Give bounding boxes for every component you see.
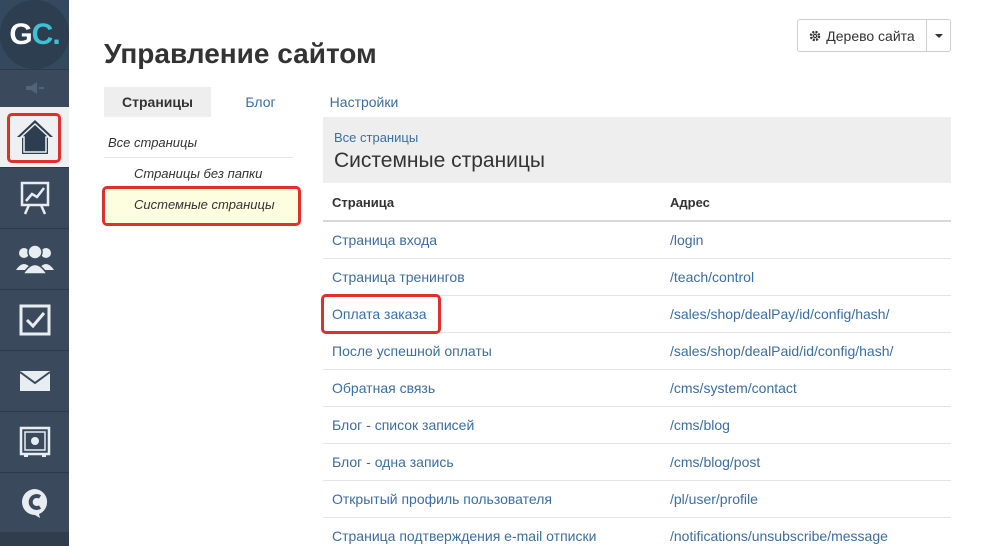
row-divider	[323, 517, 951, 518]
speaker-icon	[25, 82, 44, 94]
table-row-page[interactable]: Обратная связь	[332, 380, 435, 396]
safe-icon	[19, 426, 50, 457]
sidebar-item-tasks[interactable]	[0, 290, 69, 351]
site-tree-button[interactable]: Дерево сайта	[798, 20, 927, 51]
sidebar-item-mail[interactable]	[0, 351, 69, 412]
checkbox-icon	[19, 304, 50, 336]
table-row-address[interactable]: /sales/shop/dealPay/id/config/hash/	[670, 306, 889, 322]
chat-c-icon	[21, 489, 47, 518]
table-row-address[interactable]: /cms/blog/post	[670, 454, 760, 470]
column-header-address: Адрес	[670, 195, 710, 210]
tab-settings[interactable]: Настройки	[318, 87, 410, 117]
table-row-page[interactable]: Блог - одна запись	[332, 454, 454, 470]
table-row-page[interactable]: После успешной оплаты	[332, 343, 492, 359]
logo[interactable]: GC.	[0, 0, 69, 69]
table-row-address[interactable]: /pl/user/profile	[670, 491, 758, 507]
row-divider	[323, 480, 951, 481]
sidebar-collapse-button[interactable]	[0, 70, 69, 106]
users-icon	[15, 244, 54, 274]
table-row-address[interactable]: /cms/system/contact	[670, 380, 797, 396]
sidebar: GC.	[0, 0, 69, 546]
table-row-page[interactable]: Страница тренингов	[332, 269, 465, 285]
page-title: Управление сайтом	[104, 38, 377, 69]
table-row-address[interactable]: /sales/shop/dealPaid/id/config/hash/	[670, 343, 893, 359]
table-row-page[interactable]: Страница входа	[332, 232, 437, 248]
menu-pages-no-folder[interactable]: Страницы без папки	[134, 166, 262, 181]
row-divider	[323, 443, 951, 444]
row-divider	[323, 406, 951, 407]
site-tree-label: Дерево сайта	[826, 27, 915, 44]
table-row-page[interactable]: Блог - список записей	[332, 417, 474, 433]
table-row-address[interactable]: /cms/blog	[670, 417, 730, 433]
menu-divider	[104, 157, 293, 158]
sidebar-item-users[interactable]	[0, 229, 69, 290]
site-tree-dropdown-toggle[interactable]	[927, 20, 950, 51]
table-row-page[interactable]: Открытый профиль пользователя	[332, 491, 552, 507]
breadcrumb-all-pages[interactable]: Все страницы	[334, 130, 418, 145]
caret-down-icon	[934, 33, 943, 38]
mail-icon	[18, 371, 51, 391]
sidebar-item-reports[interactable]	[0, 168, 69, 229]
sidebar-bottom	[0, 532, 69, 546]
row-divider	[323, 369, 951, 370]
tab-blog[interactable]: Блог	[228, 87, 293, 117]
table-row-page[interactable]: Страница подтверждения e-mail отписки	[332, 528, 596, 544]
table-row-address[interactable]: /notifications/unsubscribe/message	[670, 528, 888, 544]
gear-icon	[810, 30, 821, 41]
sidebar-item-chat[interactable]	[0, 473, 69, 533]
highlight-home	[7, 113, 61, 163]
highlight-system-pages	[102, 186, 301, 226]
table-header-divider	[323, 220, 951, 222]
row-divider	[323, 258, 951, 259]
table-row-address[interactable]: /login	[670, 232, 703, 248]
tab-pages[interactable]: Страницы	[104, 87, 211, 117]
chart-icon	[20, 181, 49, 215]
sidebar-item-sales[interactable]	[0, 412, 69, 473]
menu-all-pages[interactable]: Все страницы	[108, 135, 197, 150]
highlight-order-payment	[321, 294, 441, 334]
column-header-page: Страница	[332, 195, 395, 210]
site-tree-button-group: Дерево сайта	[797, 19, 951, 52]
table-row-address[interactable]: /teach/control	[670, 269, 754, 285]
section-title: Системные страницы	[334, 149, 546, 172]
logo-cell: GC.	[0, 0, 69, 70]
